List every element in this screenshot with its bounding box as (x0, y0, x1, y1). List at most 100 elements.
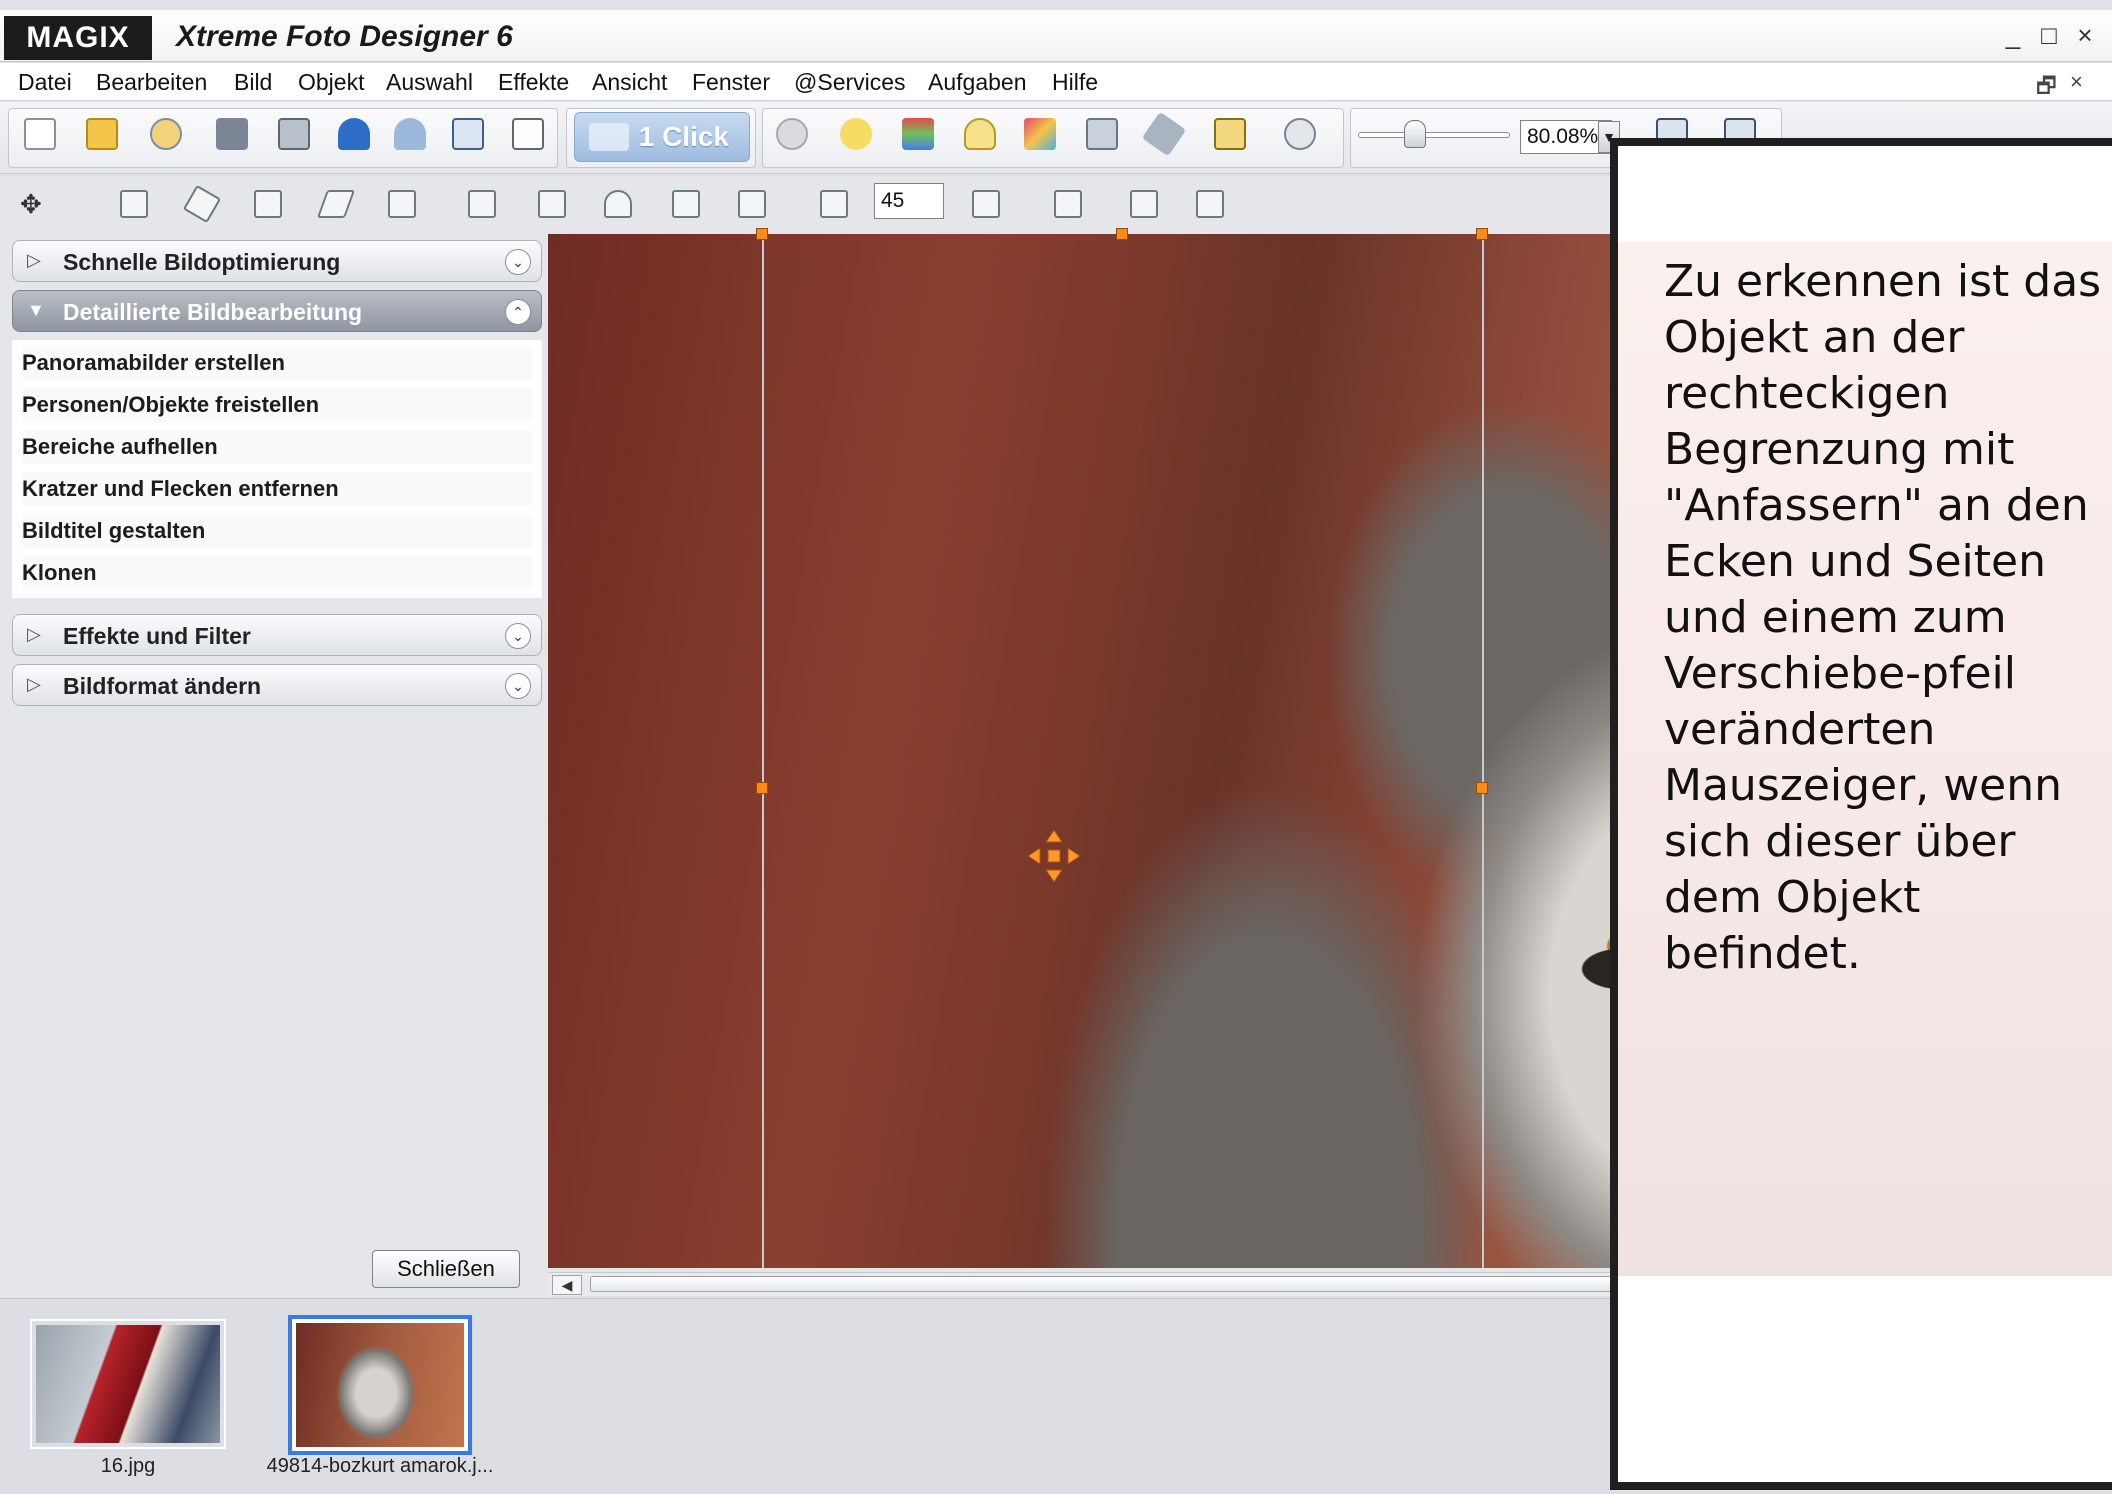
color-button[interactable] (896, 112, 940, 156)
menu-bild[interactable]: Bild (234, 69, 272, 96)
section-detaillierte-bildbearbeitung[interactable]: ▼ Detaillierte Bildbearbeitung ⌃ (12, 290, 542, 332)
section-bildformat-aendern[interactable]: ▷ Bildformat ändern ⌄ (12, 664, 542, 706)
resize-handle-right[interactable] (1476, 782, 1488, 794)
sun-icon (840, 118, 872, 150)
one-click-icon (589, 123, 629, 151)
scroll-left-button[interactable]: ◀ (552, 1275, 582, 1295)
lock-button[interactable] (1048, 184, 1088, 224)
task-kratzer-entfernen[interactable]: Kratzer und Flecken entfernen (22, 472, 532, 506)
perspective-tool-button[interactable] (382, 184, 422, 224)
frame-button[interactable] (1208, 112, 1252, 156)
section-effekte-und-filter[interactable]: ▷ Effekte und Filter ⌄ (12, 614, 542, 656)
thumbnail-caption: 16.jpg (100, 1455, 156, 1477)
menu-auswahl[interactable]: Auswahl (386, 69, 473, 96)
undo-icon (338, 118, 370, 150)
zoom-slider-track[interactable] (1358, 132, 1510, 138)
rotate-right-button[interactable] (966, 184, 1006, 224)
one-click-button[interactable]: 1 Click (574, 112, 750, 162)
menu-fenster[interactable]: Fenster (692, 69, 770, 96)
mirror-h-button[interactable] (666, 184, 706, 224)
menu-services[interactable]: @Services (794, 69, 906, 96)
menu-datei[interactable]: Datei (18, 69, 72, 96)
redo-icon (394, 118, 426, 150)
close-panel-button[interactable]: Schließen (372, 1250, 520, 1288)
flip-vertical-button[interactable] (532, 184, 572, 224)
bring-forward-button[interactable] (1124, 184, 1164, 224)
chevron-down-icon[interactable]: ⌄ (505, 673, 531, 699)
folder-icon (86, 118, 118, 150)
chevron-down-icon[interactable]: ⌄ (505, 249, 531, 275)
task-aufhellen[interactable]: Bereiche aufhellen (22, 430, 532, 464)
app-window: MAGIX Xtreme Foto Designer 6 _ □ × Datei… (0, 0, 2112, 1494)
chevron-down-icon[interactable]: ⌄ (505, 623, 531, 649)
send-backward-icon (1196, 190, 1224, 218)
rotate-left-button[interactable] (814, 184, 854, 224)
list-view-icon (512, 118, 544, 150)
select-tool-button[interactable] (114, 184, 154, 224)
undo-button[interactable] (332, 112, 376, 156)
move-tool-button[interactable]: ✥ (14, 184, 54, 224)
rotation-angle-field[interactable]: 45 (874, 183, 944, 219)
collapse-arrow-icon: ▼ (27, 300, 45, 320)
task-freistellen[interactable]: Personen/Objekte freistellen (22, 388, 532, 422)
contrast-icon (776, 118, 808, 150)
brightness-button[interactable] (834, 112, 878, 156)
view-grid-button[interactable] (446, 112, 490, 156)
menu-aufgaben[interactable]: Aufgaben (928, 69, 1026, 96)
save-button[interactable] (210, 112, 254, 156)
annotation-text: Zu erkennen ist das Objekt an der rechte… (1664, 256, 2102, 979)
color-swatch-button[interactable] (1018, 112, 1062, 156)
menu-objekt[interactable]: Objekt (298, 69, 364, 96)
thumbnail-wolf[interactable] (288, 1315, 472, 1455)
detect-button[interactable] (1278, 112, 1322, 156)
chevron-up-icon[interactable]: ⌃ (505, 299, 531, 325)
close-window-button[interactable]: × (2070, 20, 2100, 51)
move-arrow-icon: ✥ (20, 189, 42, 219)
object-bound-left (762, 234, 764, 1268)
menu-ansicht[interactable]: Ansicht (592, 69, 667, 96)
printer-icon (278, 118, 310, 150)
menu-hilfe[interactable]: Hilfe (1052, 69, 1098, 96)
compare-button[interactable] (1080, 112, 1124, 156)
mirror-v-button[interactable] (732, 184, 772, 224)
send-backward-button[interactable] (1190, 184, 1230, 224)
task-bildtitel[interactable]: Bildtitel gestalten (22, 514, 532, 548)
skew-icon (316, 190, 356, 218)
rotate-tool-button[interactable] (182, 184, 222, 224)
task-panoramabilder[interactable]: Panoramabilder erstellen (22, 346, 532, 380)
lighting-button[interactable] (958, 112, 1002, 156)
skew-tool-button[interactable] (316, 184, 356, 224)
resize-handle-top-right[interactable] (1476, 228, 1488, 240)
menu-bearbeiten[interactable]: Bearbeiten (96, 69, 207, 96)
new-file-button[interactable] (18, 112, 62, 156)
retouch-button[interactable] (1141, 111, 1187, 157)
open-folder-button[interactable] (80, 112, 124, 156)
section-schnelle-bildoptimierung[interactable]: ▷ Schnelle Bildoptimierung ⌄ (12, 240, 542, 282)
expand-arrow-icon: ▷ (27, 674, 41, 694)
flip-vertical-icon (538, 190, 566, 218)
print-button[interactable] (272, 112, 316, 156)
browse-button[interactable] (144, 112, 188, 156)
view-list-button[interactable] (506, 112, 550, 156)
zoom-slider-thumb[interactable] (1403, 120, 1426, 148)
scale-tool-button[interactable] (248, 184, 288, 224)
motorcycle-photo (36, 1325, 220, 1443)
redo-button[interactable] (388, 112, 432, 156)
resize-handle-top[interactable] (1116, 228, 1128, 240)
menu-effekte[interactable]: Effekte (498, 69, 569, 96)
resize-handle-top-left[interactable] (756, 228, 768, 240)
maximize-button[interactable]: □ (2034, 20, 2064, 51)
minimize-button[interactable]: _ (1998, 20, 2028, 51)
rotate-left-icon (820, 190, 848, 218)
rotate-180-button[interactable] (598, 184, 638, 224)
thumbnail-16-jpg[interactable] (30, 1319, 226, 1449)
resize-handle-left[interactable] (756, 782, 768, 794)
contrast-button[interactable] (770, 112, 814, 156)
lightbulb-icon (964, 118, 996, 150)
section-label: Bildformat ändern (63, 673, 262, 699)
app-title: Xtreme Foto Designer 6 (176, 20, 513, 53)
flip-horizontal-button[interactable] (462, 184, 502, 224)
mdi-close-icon[interactable]: × (2070, 69, 2083, 95)
title-bar: MAGIX Xtreme Foto Designer 6 _ □ × (0, 10, 2112, 62)
task-klonen[interactable]: Klonen (22, 556, 532, 590)
